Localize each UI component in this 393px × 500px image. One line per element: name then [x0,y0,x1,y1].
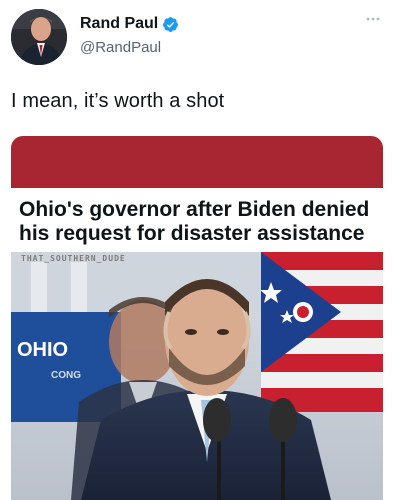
display-name[interactable]: Rand Paul [80,15,158,33]
meme-headline: Ohio's governor after Biden denied his r… [19,198,370,245]
avatar[interactable] [11,9,67,65]
watermark: THAT_SOUTHERN_DUDE [21,254,126,263]
tweet-header: Rand Paul @RandPaul [11,9,383,67]
more-options-icon[interactable] [365,15,381,23]
media-card[interactable]: Ohio's governor after Biden denied his r… [11,136,383,500]
avatar-image [11,9,67,65]
podium-sign-text: OHIO [17,339,68,361]
tweet-text: I mean, it’s worth a shot [11,90,225,112]
podium-sign-subtext: CONG [51,370,81,381]
card-header-band [11,136,383,188]
meme-photo: OHIO CONG [11,252,383,500]
name-row: Rand Paul [80,15,179,33]
verified-badge-icon [163,16,179,32]
handle[interactable]: @RandPaul [80,39,161,56]
